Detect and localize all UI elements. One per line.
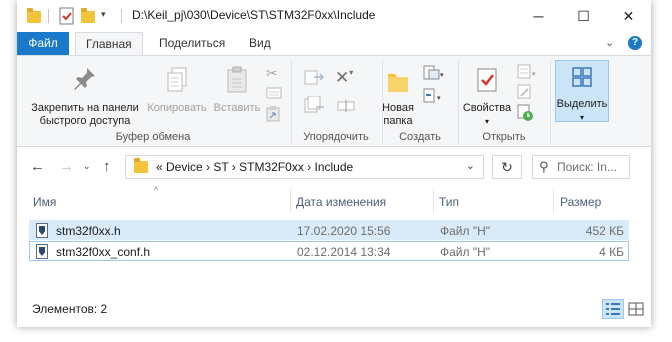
tab-home[interactable]: Главная xyxy=(75,32,143,56)
clipboard-group-label: Буфер обмена xyxy=(115,131,191,143)
navigation-bar: ← → ⌄ ↑ « Device › ST › STM32F0xx › Incl… xyxy=(17,147,651,187)
header-file-icon xyxy=(36,244,48,259)
file-size: 4 КБ xyxy=(599,245,624,259)
maximize-button[interactable]: ☐ xyxy=(561,0,606,32)
column-divider[interactable] xyxy=(553,189,554,213)
close-button[interactable]: ✕ xyxy=(606,0,651,32)
file-date: 17.02.2020 15:56 xyxy=(297,224,391,238)
move-to-icon[interactable] xyxy=(304,68,325,85)
properties-dropdown-icon: ▾ xyxy=(484,117,489,126)
file-name: stm32f0xx_conf.h xyxy=(56,245,151,259)
address-folder-icon xyxy=(134,158,148,173)
paste-shortcut-icon[interactable] xyxy=(266,106,282,122)
edit-icon[interactable] xyxy=(517,84,533,100)
forward-arrow-icon[interactable]: → xyxy=(59,158,74,175)
select-button[interactable]: Выделить ▾ xyxy=(553,66,611,124)
svg-text:▾: ▾ xyxy=(532,71,536,78)
new-folder-icon xyxy=(388,74,408,92)
open-group-label: Открыть xyxy=(482,131,526,143)
column-type[interactable]: Тип xyxy=(439,195,459,209)
search-icon: ⚲ xyxy=(539,159,549,174)
minimize-button[interactable]: ─ xyxy=(516,0,561,32)
rename-icon[interactable] xyxy=(337,98,355,114)
recent-locations-chevron-icon[interactable]: ⌄ xyxy=(83,161,91,172)
back-arrow-icon[interactable]: ← xyxy=(30,158,45,175)
header-file-icon xyxy=(36,223,48,238)
ribbon-home: Закрепить на панели быстрого доступа Коп… xyxy=(17,55,651,147)
file-row[interactable]: stm32f0xx_conf.h 02.12.2014 13:34 Файл "… xyxy=(29,241,629,261)
folder-icon xyxy=(27,7,41,25)
tab-share[interactable]: Поделиться xyxy=(149,32,235,55)
tab-file[interactable]: Файл xyxy=(17,32,69,55)
svg-text:▾: ▾ xyxy=(440,72,444,79)
file-size: 452 КБ xyxy=(585,224,624,238)
select-grid-icon xyxy=(572,67,592,87)
delete-icon[interactable]: ✕▾ xyxy=(335,68,359,87)
easy-access-icon[interactable]: ▾ xyxy=(423,88,441,104)
toolbar-divider xyxy=(121,9,122,23)
address-bar[interactable]: « Device › ST › STM32F0xx › Include ⌄ xyxy=(125,155,484,179)
file-date: 02.12.2014 13:34 xyxy=(297,245,391,259)
new-item-icon[interactable]: ▾ xyxy=(423,65,444,81)
ribbon-expand-icon[interactable]: ⌄ xyxy=(605,36,614,49)
properties-icon xyxy=(477,68,497,92)
sort-ascending-icon: ^ xyxy=(154,185,159,195)
help-icon[interactable]: ? xyxy=(628,36,642,50)
search-input[interactable]: ⚲ Поиск: In... xyxy=(532,155,630,179)
file-type: Файл "H" xyxy=(440,224,491,238)
up-arrow-icon[interactable]: ↑ xyxy=(103,158,111,175)
paste-button[interactable]: Вставить xyxy=(212,66,262,115)
create-group-label: Создать xyxy=(399,131,441,143)
file-row[interactable]: stm32f0xx.h 17.02.2020 15:56 Файл "H" 45… xyxy=(29,220,629,240)
refresh-button[interactable]: ↻ xyxy=(492,155,522,179)
select-dropdown-icon: ▾ xyxy=(579,113,584,122)
column-divider[interactable] xyxy=(433,189,434,213)
new-folder-button[interactable]: Новая папка xyxy=(377,66,419,128)
organize-group-label: Упорядочить xyxy=(303,131,369,143)
title-bar: ▾ D:\Keil_pj\030\Device\ST\STM32F0xx\Inc… xyxy=(17,0,651,32)
large-icons-view-icon[interactable] xyxy=(625,299,647,319)
toolbar-divider xyxy=(48,9,49,23)
new-folder-quick-icon[interactable] xyxy=(81,7,95,25)
quick-access-dropdown-icon[interactable]: ▾ xyxy=(101,9,106,27)
status-bar: Элементов: 2 xyxy=(17,295,651,327)
properties-button[interactable]: Свойства ▾ xyxy=(461,66,513,128)
column-date[interactable]: Дата изменения xyxy=(296,195,386,209)
column-divider[interactable] xyxy=(290,189,291,213)
copy-button[interactable]: Копировать xyxy=(144,66,210,115)
paste-icon xyxy=(227,66,247,93)
copy-path-icon[interactable] xyxy=(266,86,282,102)
file-name: stm32f0xx.h xyxy=(56,224,121,238)
details-view-icon[interactable] xyxy=(602,299,624,319)
tab-view[interactable]: Вид xyxy=(239,32,281,55)
cut-icon[interactable]: ✂ xyxy=(266,65,282,81)
address-dropdown-icon[interactable]: ⌄ xyxy=(466,159,475,172)
file-type: Файл "H" xyxy=(440,245,491,259)
address-breadcrumb[interactable]: « Device › ST › STM32F0xx › Include xyxy=(156,160,353,174)
properties-quick-icon[interactable] xyxy=(59,7,75,25)
history-icon[interactable] xyxy=(517,104,533,121)
explorer-window: ▾ D:\Keil_pj\030\Device\ST\STM32F0xx\Inc… xyxy=(17,0,651,327)
column-name[interactable]: Имя xyxy=(33,195,56,209)
ribbon-divider xyxy=(550,60,551,144)
pin-icon xyxy=(74,68,95,90)
svg-text:▾: ▾ xyxy=(437,95,441,102)
column-size[interactable]: Размер xyxy=(560,195,601,209)
file-list-header: ^ Имя Дата изменения Тип Размер xyxy=(17,185,651,215)
pin-quick-access-button[interactable]: Закрепить на панели быстрого доступа xyxy=(21,66,149,128)
search-placeholder: Поиск: In... xyxy=(557,160,617,174)
open-icon[interactable]: ▾ xyxy=(517,64,536,80)
ribbon-tabs: Файл Главная Поделиться Вид ⌄ ? xyxy=(17,32,651,56)
window-title: D:\Keil_pj\030\Device\ST\STM32F0xx\Inclu… xyxy=(132,8,376,22)
item-count: Элементов: 2 xyxy=(32,302,108,316)
copy-icon xyxy=(167,67,187,92)
copy-to-icon[interactable] xyxy=(304,95,324,113)
